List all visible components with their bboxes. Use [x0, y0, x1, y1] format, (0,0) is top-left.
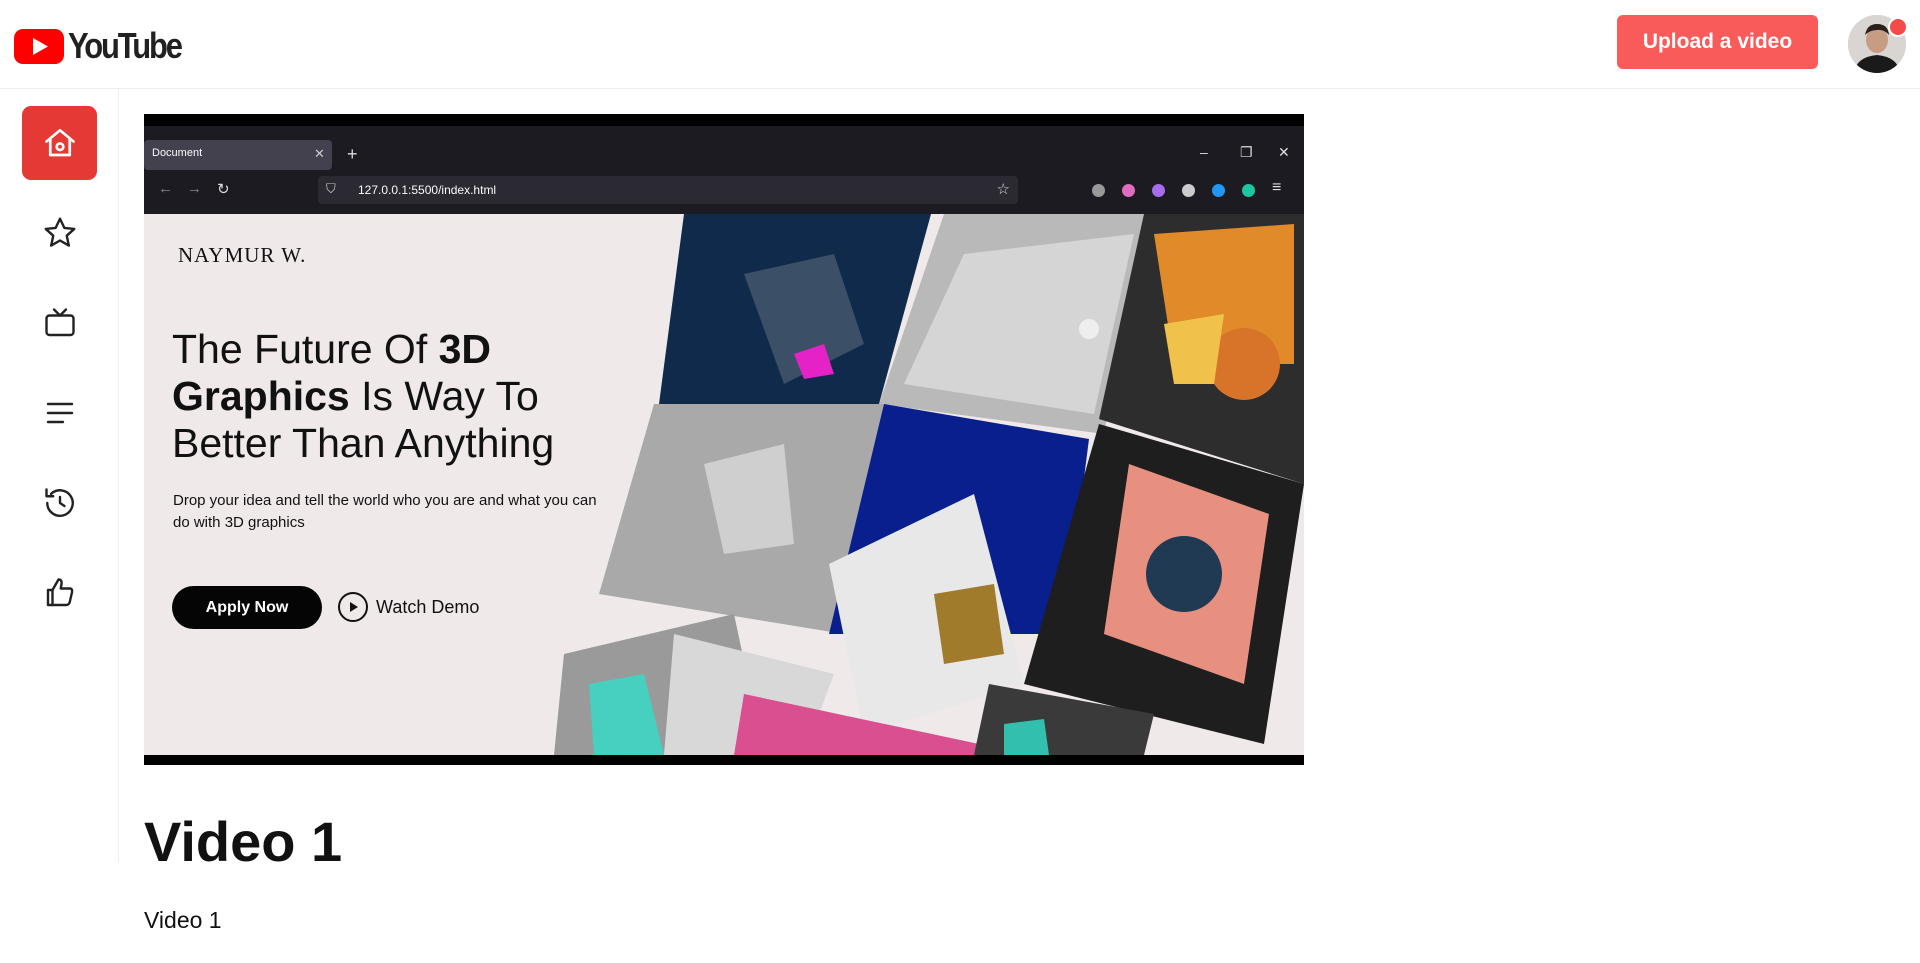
youtube-play-icon [14, 28, 64, 64]
new-tab-icon: + [347, 144, 358, 164]
pocket-icon [1092, 184, 1105, 197]
menu-icon: ≡ [1272, 179, 1282, 196]
video-title: Video 1 [144, 810, 343, 873]
address-bar: ⛉ 127.0.0.1:5500/index.html ☆ [318, 176, 1018, 204]
extension-icon [1212, 184, 1225, 197]
browser-frame: Document ✕ + – ❐ ✕ ← → ↻ ⛉ 127.0.0.1:550… [144, 126, 1304, 214]
home-icon [44, 128, 75, 157]
reload-icon: ↻ [217, 181, 230, 198]
upload-video-button[interactable]: Upload a video [1617, 15, 1818, 69]
sidebar [0, 89, 119, 862]
back-icon: ← [158, 180, 173, 197]
list-icon [46, 402, 73, 424]
logo-text: YouTube [68, 25, 183, 66]
tv-icon [44, 308, 75, 337]
sidebar-item-tv[interactable] [22, 286, 97, 360]
top-bar: YouTube Upload a video [0, 0, 1920, 89]
extension-icon [1122, 184, 1135, 197]
sidebar-item-liked[interactable] [22, 556, 97, 630]
sidebar-item-history[interactable] [22, 466, 97, 540]
website-preview: NAYMUR W. The Future Of 3D Graphics Is W… [144, 214, 1304, 755]
bookmark-star-icon: ☆ [996, 181, 1010, 198]
close-icon: ✕ [314, 146, 325, 161]
history-icon [44, 488, 74, 517]
extension-icon [1182, 184, 1195, 197]
notification-badge [1888, 17, 1908, 37]
star-icon [44, 217, 75, 247]
sidebar-item-favorites[interactable] [22, 196, 97, 270]
window-close-icon: ✕ [1278, 144, 1290, 160]
shield-icon: ⛉ [326, 181, 336, 196]
restore-icon: ❐ [1240, 144, 1253, 160]
video-player[interactable]: Document ✕ + – ❐ ✕ ← → ↻ ⛉ 127.0.0.1:550… [144, 114, 1304, 765]
thumbs-up-icon [46, 578, 73, 607]
sidebar-item-playlist[interactable] [22, 376, 97, 450]
address-text: 127.0.0.1:5500/index.html [358, 183, 497, 197]
sidebar-item-home[interactable] [22, 106, 97, 180]
browser-tab: Document ✕ [144, 140, 332, 170]
extension-icon [1152, 184, 1165, 197]
extension-icon [1242, 184, 1255, 197]
youtube-logo[interactable]: YouTube [14, 26, 199, 66]
forward-icon: → [187, 180, 202, 197]
minimize-icon: – [1200, 144, 1208, 160]
browser-tab-label: Document [152, 147, 203, 159]
video-description: Video 1 [144, 907, 222, 933]
image-collage [554, 214, 1304, 755]
